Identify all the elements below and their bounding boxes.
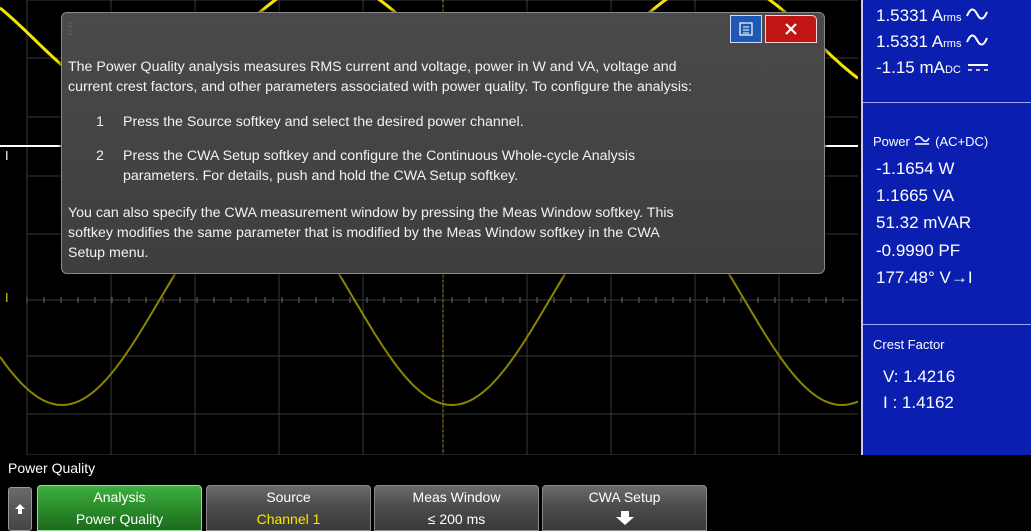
pf-value: -0.9990 PF bbox=[876, 241, 961, 260]
va-value: 1.1665 VA bbox=[876, 186, 955, 205]
rms-current-1: 1.5331 Arms bbox=[876, 6, 989, 26]
softkey-label: Analysis bbox=[93, 489, 146, 505]
close-icon bbox=[785, 23, 797, 35]
step-number: 2 bbox=[96, 148, 104, 164]
crest-v-value: V: 1.4216 bbox=[883, 367, 956, 386]
panel-divider bbox=[863, 324, 1031, 325]
panel-divider bbox=[863, 102, 1031, 103]
menu-title: Power Quality bbox=[8, 460, 96, 476]
ground-marker[interactable]: I bbox=[5, 290, 9, 305]
softkey-value: Power Quality bbox=[75, 511, 164, 527]
rms-current-2-value: 1.5331 A bbox=[876, 32, 944, 51]
crest-i-value: I : 1.4162 bbox=[883, 393, 954, 412]
up-arrow-icon bbox=[15, 504, 25, 514]
dc-icon bbox=[967, 64, 988, 71]
step-number: 1 bbox=[96, 114, 104, 130]
power-header: Power (AC+DC) bbox=[873, 134, 988, 149]
down-arrow-icon bbox=[616, 511, 634, 525]
document-icon bbox=[739, 22, 753, 36]
back-menu-button[interactable] bbox=[8, 487, 32, 531]
power-mode: (AC+DC) bbox=[935, 134, 989, 149]
softkey-value: Channel 1 bbox=[256, 511, 321, 527]
dc-current-value: -1.15 mA bbox=[876, 58, 945, 77]
rms-current-2: 1.5331 Arms bbox=[876, 32, 989, 52]
outro-line-1: You can also specify the CWA measurement… bbox=[68, 205, 674, 221]
ac-wave-icon bbox=[966, 34, 989, 46]
rms-unit: rms bbox=[943, 38, 962, 50]
rms-unit: rms bbox=[943, 12, 962, 24]
dc-unit: DC bbox=[944, 64, 961, 76]
power-label: Power bbox=[873, 134, 910, 149]
ac-dc-icon bbox=[914, 136, 931, 145]
rms-current-1-value: 1.5331 A bbox=[876, 6, 944, 25]
help-dialog: :::: The Power Quality analysis measures… bbox=[61, 12, 825, 274]
softkey-label: Source bbox=[266, 489, 311, 505]
ac-wave-icon bbox=[966, 8, 989, 20]
intro-line-1: The Power Quality analysis measures RMS … bbox=[68, 59, 677, 75]
dc-current: -1.15 mADC bbox=[876, 58, 990, 78]
meas-window-softkey[interactable]: Meas Window ≤ 200 ms bbox=[374, 485, 539, 531]
softkey-label: Meas Window bbox=[412, 489, 501, 505]
var-value: 51.32 mVAR bbox=[876, 213, 972, 232]
help-menu-button[interactable] bbox=[730, 15, 762, 43]
step-2-line-1: Press the CWA Setup softkey and configur… bbox=[123, 148, 636, 164]
close-button[interactable] bbox=[765, 15, 817, 43]
intro-line-2: current crest factors, and other paramet… bbox=[68, 79, 693, 95]
crest-factor-label: Crest Factor bbox=[873, 337, 945, 352]
outro-line-2: softkey modifies the same parameter that… bbox=[68, 225, 660, 241]
outro-line-3: Setup menu. bbox=[68, 245, 149, 261]
watts-value: -1.1654 W bbox=[876, 159, 955, 178]
step-2-line-2: parameters. For details, push and hold t… bbox=[123, 168, 519, 184]
phase-value: 177.48° V→I bbox=[876, 268, 973, 287]
analysis-softkey[interactable]: Analysis Power Quality bbox=[37, 485, 202, 531]
cwa-setup-softkey[interactable]: CWA Setup bbox=[542, 485, 707, 531]
drag-grip-icon[interactable]: :::: bbox=[68, 21, 72, 37]
softkey-value: ≤ 200 ms bbox=[427, 511, 486, 527]
channel-marker-label: I bbox=[5, 148, 9, 163]
softkey-label: CWA Setup bbox=[588, 489, 661, 505]
step-1-text: Press the Source softkey and select the … bbox=[123, 114, 524, 130]
measurement-panel: 1.5331 Arms 1.5331 Arms -1.15 mADC Power… bbox=[861, 0, 1031, 455]
source-softkey[interactable]: Source Channel 1 bbox=[206, 485, 371, 531]
